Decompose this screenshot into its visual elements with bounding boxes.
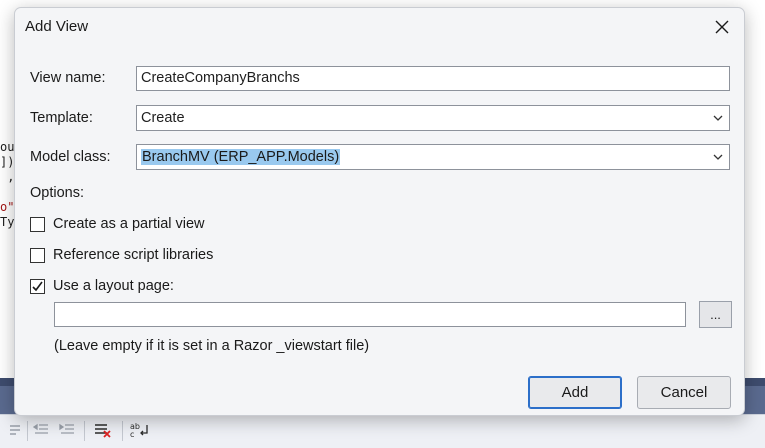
- script-libraries-checkbox[interactable]: [30, 247, 45, 263]
- layout-page-label: Use a layout page:: [53, 278, 174, 294]
- toolbar-separator: [84, 421, 85, 441]
- view-name-value: CreateCompanyBranchs: [141, 70, 300, 86]
- add-view-dialog: Add View View name: CreateCompanyBranchs…: [14, 7, 745, 416]
- model-class-select[interactable]: BranchMV (ERP_APP.Models): [136, 144, 730, 170]
- partial-view-option[interactable]: Create as a partial view: [30, 214, 205, 234]
- template-value: Create: [141, 110, 185, 126]
- indent-icon[interactable]: [56, 419, 78, 441]
- partial-view-label: Create as a partial view: [53, 216, 205, 232]
- browse-button[interactable]: ...: [699, 301, 732, 328]
- add-button[interactable]: Add: [528, 376, 622, 409]
- toolbar-separator: [122, 421, 123, 441]
- view-name-label: View name:: [30, 70, 106, 86]
- script-libraries-label: Reference script libraries: [53, 247, 214, 263]
- view-name-input[interactable]: CreateCompanyBranchs: [136, 66, 730, 91]
- toolbar-format-icon[interactable]: [4, 419, 26, 441]
- close-icon: [715, 20, 729, 34]
- layout-hint: (Leave empty if it is set in a Razor _vi…: [54, 338, 370, 354]
- layout-page-path-input[interactable]: [54, 302, 686, 327]
- layout-page-checkbox[interactable]: [30, 278, 45, 294]
- word-wrap-icon[interactable]: ab c: [128, 419, 150, 441]
- bottom-toolbar: ab c: [0, 414, 765, 448]
- close-button[interactable]: [708, 14, 736, 40]
- script-libraries-option[interactable]: Reference script libraries: [30, 245, 213, 265]
- partial-view-checkbox[interactable]: [30, 216, 45, 232]
- template-select[interactable]: Create: [136, 105, 730, 131]
- toolbar-separator: [27, 421, 28, 441]
- svg-text:c: c: [130, 430, 134, 439]
- checkmark-icon: [32, 281, 43, 291]
- code-line: ,: [0, 170, 15, 184]
- chevron-down-icon: [713, 154, 723, 160]
- model-class-value-wrap: BranchMV (ERP_APP.Models): [141, 149, 341, 166]
- options-label: Options:: [30, 185, 84, 201]
- cancel-button[interactable]: Cancel: [637, 376, 731, 409]
- chevron-down-icon: [713, 115, 723, 121]
- template-label: Template:: [30, 110, 93, 126]
- layout-page-option[interactable]: Use a layout page:: [30, 276, 174, 296]
- outdent-icon[interactable]: [30, 419, 52, 441]
- model-class-label: Model class:: [30, 149, 111, 165]
- dialog-title: Add View: [25, 18, 89, 35]
- model-class-value: BranchMV (ERP_APP.Models): [141, 149, 341, 165]
- comment-out-icon[interactable]: [92, 419, 114, 441]
